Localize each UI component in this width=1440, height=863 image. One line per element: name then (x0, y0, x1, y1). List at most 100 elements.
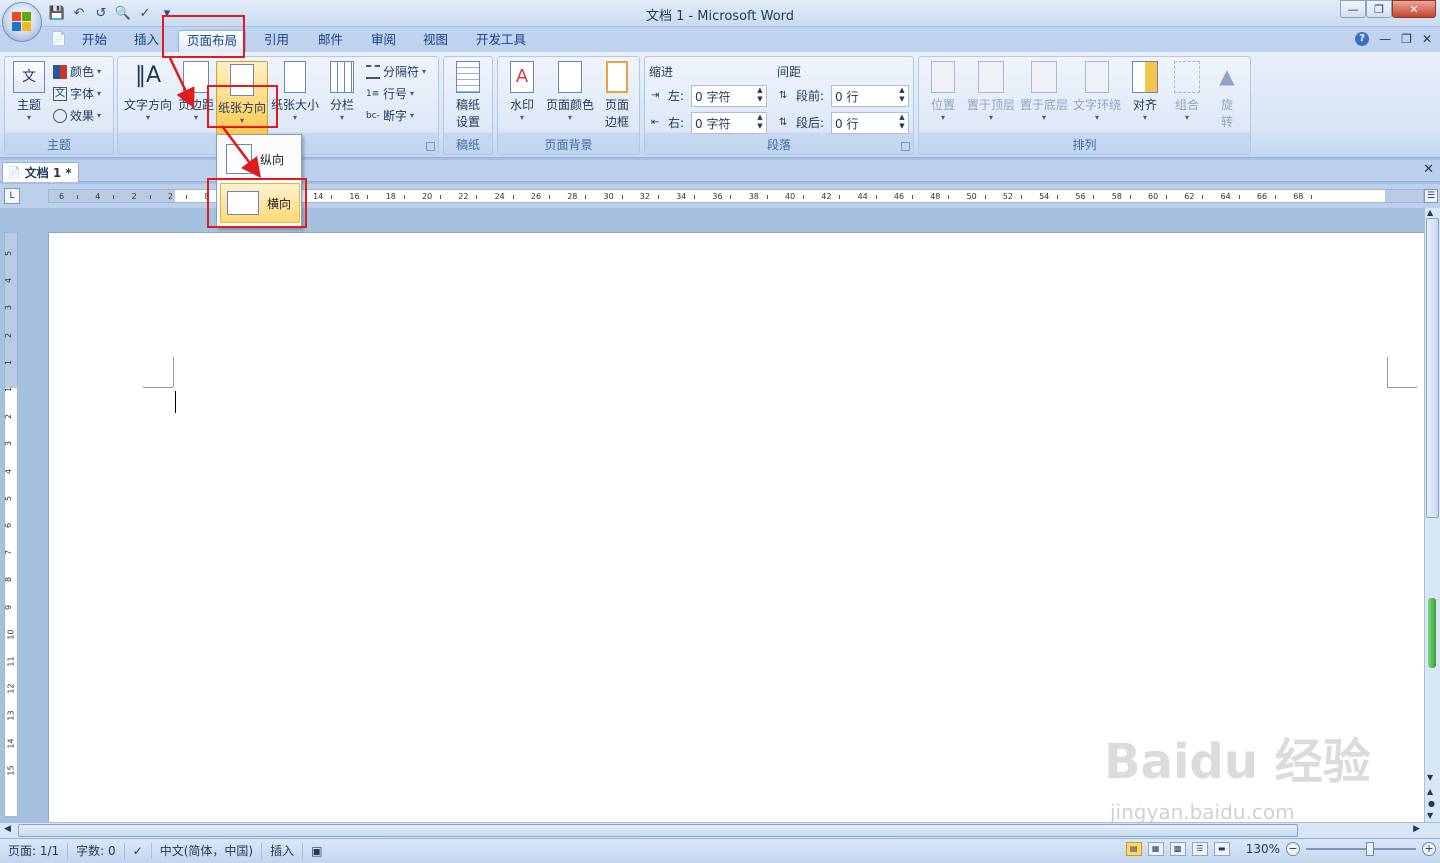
vruler-number: 12 (6, 683, 16, 694)
language-indicator[interactable]: 中文(简体，中国) (152, 843, 263, 859)
ruler-tick (113, 195, 115, 199)
print-layout-view-icon[interactable]: ▤ (1125, 842, 1142, 856)
ribbon-minimize-icon[interactable]: — (1379, 32, 1391, 46)
orientation-portrait-item[interactable]: 纵向 (220, 139, 300, 179)
indent-right-field[interactable]: 0 字符 ▲ ▼ (691, 112, 767, 134)
text-direction-button[interactable]: ‖A 文字方向 ▾ (122, 61, 174, 122)
page-indicator[interactable]: 页面: 1/1 (0, 843, 69, 859)
ruler-tick (585, 195, 587, 199)
send-to-back-icon (1031, 61, 1057, 93)
zoom-level[interactable]: 130% (1246, 842, 1280, 856)
paragraph-launcher-icon[interactable] (901, 142, 910, 151)
zoom-in-icon[interactable]: + (1422, 842, 1436, 856)
spacing-after-spinner[interactable]: ▲ ▼ (897, 113, 907, 131)
indent-right-spinner[interactable]: ▲ ▼ (755, 113, 765, 131)
outline-view-icon[interactable]: ☰ (1191, 842, 1208, 856)
ruler-tick (621, 195, 623, 199)
line-numbers-button[interactable]: 1≡ 行号 ▾ (366, 85, 414, 102)
next-page-icon[interactable]: ▼ (1427, 811, 1433, 820)
status-bar: 页面: 1/1 字数: 0 ✓ 中文(简体，中国) 插入 ▣ ▤ ▦ ▩ ☰ ▬… (0, 838, 1440, 863)
tab-review[interactable]: 审阅 (363, 30, 404, 52)
line-numbers-icon: 1≡ (366, 88, 380, 99)
indent-right-label: ⇤ 右: (651, 116, 685, 130)
align-button[interactable]: 对齐 ▾ (1125, 61, 1165, 122)
themes-button[interactable]: 文 主题 ▾ (9, 61, 49, 122)
draft-view-icon[interactable]: ▬ (1213, 842, 1230, 856)
indent-left-field[interactable]: 0 字符 ▲ ▼ (691, 85, 767, 107)
theme-effects-button[interactable]: 效果 ▾ (53, 107, 101, 124)
ruler-number: 64 (1220, 192, 1231, 201)
web-layout-icon[interactable]: ▩ (1169, 842, 1186, 856)
page-setup-launcher-icon[interactable] (426, 142, 435, 151)
ribbon-close-icon[interactable]: ✕ (1422, 32, 1432, 46)
help-icon[interactable]: ? (1355, 32, 1370, 46)
effects-icon (53, 108, 67, 123)
spacing-before-spinner[interactable]: ▲ ▼ (897, 86, 907, 104)
horizontal-scroll-thumb[interactable] (18, 824, 1298, 837)
send-to-back-button[interactable]: 置于底层 ▾ (1018, 61, 1070, 122)
tab-mailings[interactable]: 邮件 (310, 30, 351, 52)
ruler-toggle-icon[interactable]: ☰ (1424, 189, 1438, 203)
zoom-slider-knob[interactable] (1366, 842, 1374, 856)
vertical-scroll-thumb[interactable] (1426, 218, 1439, 518)
ruler-number: 38 (748, 192, 759, 201)
tab-developer[interactable]: 开发工具 (468, 30, 534, 52)
vertical-ruler[interactable]: 5 4 3 2 1 1 2 3 4 5 6 7 8 9 10 11 12 13 14 15 (4, 232, 18, 817)
text-cursor (175, 391, 176, 413)
breaks-button[interactable]: 分隔符 ▾ (366, 63, 426, 80)
word-count[interactable]: 字数: 0 (68, 843, 125, 859)
prev-page-icon[interactable]: ▲ (1427, 787, 1433, 796)
group-objects-button[interactable]: 组合 ▾ (1167, 61, 1207, 122)
indent-left-spinner[interactable]: ▲ ▼ (755, 86, 765, 104)
tab-view[interactable]: 视图 (415, 30, 456, 52)
draft-settings-button[interactable]: 稿纸 设置 (448, 61, 488, 131)
office-button[interactable] (2, 2, 42, 42)
ruler-tick (875, 195, 877, 199)
document-close-icon[interactable]: ✕ (1423, 162, 1434, 177)
position-button[interactable]: 位置 ▾ (923, 61, 963, 122)
bring-to-front-button[interactable]: 置于顶层 ▾ (965, 61, 1017, 122)
proofing-icon[interactable]: ✓ (125, 843, 152, 859)
crop-mark-tl-h (143, 387, 173, 388)
hyphenation-button[interactable]: bc- 断字 ▾ (366, 107, 414, 124)
crop-mark-tl-v (173, 357, 174, 387)
tab-home[interactable]: 开始 (74, 30, 115, 52)
watermark-button[interactable]: A 水印 ▾ (502, 61, 542, 122)
ruler-tick (657, 195, 659, 199)
text-wrap-button[interactable]: 文字环绕 ▾ (1071, 61, 1123, 122)
page-borders-button[interactable]: 页面 边框 (598, 61, 636, 131)
word-doc-tab-icon: 📄 (7, 166, 21, 179)
restore-button[interactable]: ❐ (1366, 0, 1392, 18)
close-button[interactable]: ✕ (1392, 0, 1436, 18)
tab-selector-icon[interactable]: L (4, 188, 20, 204)
scroll-right-icon[interactable]: ▶ (1413, 824, 1420, 834)
zoom-out-icon[interactable]: − (1286, 842, 1300, 856)
word-doc-icon[interactable]: 📄 (50, 30, 68, 48)
theme-colors-button[interactable]: 颜色 ▾ (53, 63, 101, 80)
ribbon-restore-icon[interactable]: ❐ (1401, 32, 1412, 46)
scroll-down-icon[interactable]: ▼ (1427, 773, 1433, 782)
full-screen-reading-icon[interactable]: ▦ (1147, 842, 1164, 856)
horizontal-scrollbar[interactable]: ◀ ▶ (0, 822, 1440, 838)
browse-object-icon[interactable]: ● (1428, 799, 1435, 808)
columns-button[interactable]: 分栏 ▾ (322, 61, 362, 122)
tab-insert[interactable]: 插入 (126, 30, 167, 52)
spacing-after-field[interactable]: 0 行 ▲ ▼ (831, 112, 909, 134)
theme-fonts-button[interactable]: 文 字体 ▾ (53, 85, 101, 102)
vruler-number: 7 (4, 550, 14, 556)
minimize-button[interactable]: — (1340, 0, 1366, 18)
ruler-tick (803, 195, 804, 199)
vertical-scrollbar[interactable]: ▲ ▼ ▲ ● ▼ (1424, 208, 1440, 822)
scroll-up-icon[interactable]: ▲ (1427, 208, 1433, 217)
rotate-button[interactable]: ▲ 旋 转 (1209, 61, 1245, 131)
document-tab[interactable]: 📄 文档 1 * (2, 162, 79, 182)
zoom-slider[interactable] (1306, 842, 1416, 856)
page-background-group: A 水印 ▾ 页面颜色 ▾ 页面 边框 页面背景 (497, 56, 640, 155)
spacing-before-field[interactable]: 0 行 ▲ ▼ (831, 85, 909, 107)
insert-mode[interactable]: 插入 (262, 843, 304, 859)
vruler-number: 8 (4, 577, 14, 583)
page-color-button[interactable]: 页面颜色 ▾ (544, 61, 596, 122)
scroll-left-icon[interactable]: ◀ (4, 824, 11, 834)
tab-references[interactable]: 引用 (256, 30, 297, 52)
macro-record-icon[interactable]: ▣ (303, 843, 330, 859)
